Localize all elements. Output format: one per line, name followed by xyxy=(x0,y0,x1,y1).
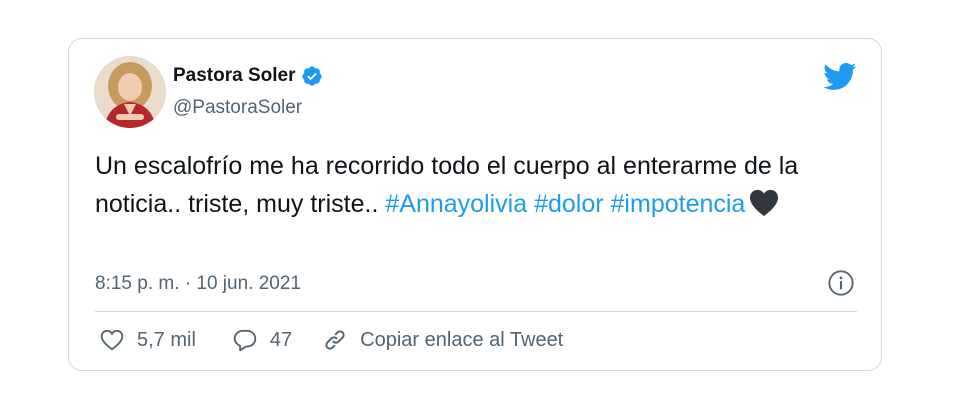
copy-link-label: Copiar enlace al Tweet xyxy=(360,328,564,351)
author-name[interactable]: Pastora Soler xyxy=(173,65,296,87)
reply-count: 47 xyxy=(269,328,293,351)
hashtag-impotencia[interactable]: #impotencia xyxy=(611,190,746,218)
black-heart-icon xyxy=(750,189,779,217)
like-count: 5,7 mil xyxy=(137,328,196,351)
reply-icon xyxy=(233,329,257,352)
twitter-bird-icon[interactable] xyxy=(823,63,857,91)
hashtag-dolor[interactable]: #dolor xyxy=(534,190,604,218)
like-button[interactable]: 5,7 mil xyxy=(99,327,196,353)
reply-button[interactable]: 47 xyxy=(232,327,292,353)
author-row: Pastora Soler xyxy=(173,65,323,87)
copy-link-button[interactable]: Copiar enlace al Tweet xyxy=(322,327,563,353)
tweet-text: Un escalofrío me ha recorrido todo el cu… xyxy=(95,147,865,223)
author-handle[interactable]: @PastoraSoler xyxy=(173,97,302,119)
tweet-card[interactable]: Pastora Soler @PastoraSoler Un escalofrí… xyxy=(68,38,882,371)
tweet-timestamp[interactable]: 8:15 p. m. · 10 jun. 2021 xyxy=(95,273,301,295)
info-icon[interactable] xyxy=(827,269,855,297)
hashtag-annayolivia[interactable]: #Annayolivia xyxy=(385,190,527,218)
avatar-image xyxy=(94,56,166,128)
verified-badge-icon xyxy=(301,66,322,86)
avatar[interactable] xyxy=(94,56,166,128)
divider xyxy=(95,311,857,312)
heart-icon xyxy=(100,329,124,351)
link-icon xyxy=(325,330,345,350)
tweet-actions: 5,7 mil 47 Copiar enlace al Tweet xyxy=(99,327,563,353)
